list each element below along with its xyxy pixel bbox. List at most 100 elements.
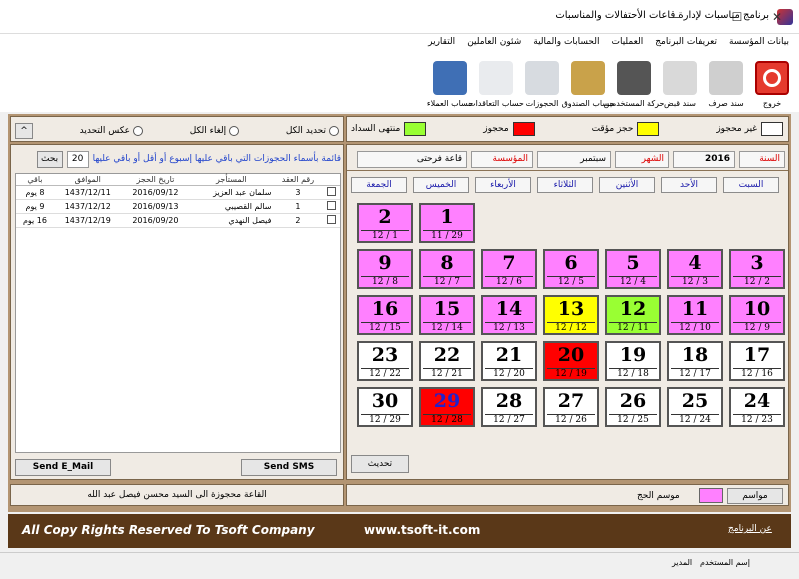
menu-reports[interactable]: التقارير [422,34,461,52]
calendar-day-cell[interactable]: 2 12 / 1 [357,203,413,243]
seasons-button[interactable]: مواسم [727,488,783,504]
calendar-day-cell[interactable]: 19 12 / 18 [605,341,661,381]
menu-staff[interactable]: شئون العاملين [461,34,527,52]
calendar-day-cell[interactable]: 21 12 / 20 [481,341,537,381]
row-checkbox[interactable] [326,201,336,210]
weekday-1[interactable]: الأحد [661,177,717,193]
send-sms-button[interactable]: Send SMS [241,459,337,476]
weekday-5[interactable]: الخميس [413,177,469,193]
invert-radio[interactable] [133,126,144,136]
hijri-date: 12 / 6 [485,276,533,287]
menu-org-data[interactable]: بيانات المؤسسة [723,34,795,52]
menu-accounts[interactable]: الحسابات والمالية [527,34,605,52]
invert-option[interactable]: عكس التحديد [80,126,144,136]
hijri-date: 12 / 2 [733,276,781,287]
calendar-day-cell[interactable]: 14 12 / 13 [481,295,537,335]
day-number: 11 [681,298,709,320]
calendar-day-cell[interactable]: 30 12 / 29 [357,387,413,427]
payment-voucher-button[interactable]: سند صرف [703,52,749,110]
refresh-button[interactable]: تحديث [351,455,409,473]
legend-unreserved-chip [761,122,783,136]
table-cell: 1 [273,199,323,214]
day-number: 1 [440,206,454,228]
calendar-day-cell[interactable]: 25 12 / 24 [667,387,723,427]
calendar-day-cell[interactable]: 18 12 / 17 [667,341,723,381]
menu-operations[interactable]: العمليات [606,34,650,52]
cancel-all-radio[interactable] [229,126,240,136]
weekday-2[interactable]: الأثنين [599,177,655,193]
copyright-text: All Copy Rights Reserved To Tsoft Compan… [22,523,315,537]
table-row[interactable]: 2 فيصل النهدي 2016/09/20 1437/12/19 16 يوم [16,213,340,228]
days-input[interactable]: 20 [66,150,89,168]
table-cell: 1437/12/19 [53,213,122,228]
cancel-all-label: إلغاء الكل [189,126,227,136]
calendar-day-cell[interactable]: 17 12 / 16 [729,341,785,381]
calendar-day-cell[interactable]: 7 12 / 6 [481,249,537,289]
table-row[interactable]: 1 سالم القصيبي 2016/09/13 1437/12/12 9 يوم [16,199,340,214]
calendar-day-cell[interactable]: 26 12 / 25 [605,387,661,427]
checkbox-header [322,174,340,186]
year-select[interactable]: 2016 [673,150,735,168]
status-bar: إسم المستخدم المدير [0,552,799,574]
hall-status: القاعة محجوزة الى السيد محسن فيصل عبد ال… [10,484,344,506]
calendar-day-cell[interactable]: 27 12 / 26 [543,387,599,427]
calendar-day-cell[interactable]: 24 12 / 23 [729,387,785,427]
calendar-day-cell[interactable]: 8 12 / 7 [419,249,475,289]
table-row[interactable]: 3 سلمان عبد العزيز 2016/09/12 1437/12/11 8 ي… [16,185,340,200]
minimize-button[interactable]: — [664,8,684,26]
power-icon [755,61,789,95]
send-email-button[interactable]: Send E_Mail [15,459,111,476]
row-checkbox[interactable] [326,187,336,196]
exit-button[interactable]: خروج [749,52,795,110]
select-all-radio[interactable] [329,126,339,136]
close-button[interactable]: ✕ [767,8,787,26]
maximize-button[interactable]: ☐ [727,8,747,26]
calendar-day-cell[interactable]: 1 11 / 29 [419,203,475,243]
cancel-all-option[interactable]: إلغاء الكل [189,126,240,136]
about-link[interactable]: عن البرنامج [728,524,772,534]
payment-voucher-label: سند صرف [708,99,744,108]
calendar-day-cell[interactable]: 11 12 / 10 [667,295,723,335]
calendar-day-cell[interactable]: 15 12 / 14 [419,295,475,335]
calendar-day-cell[interactable]: 4 12 / 3 [667,249,723,289]
menu-definitions[interactable]: تعريفات البرنامج [649,34,723,52]
calendar-day-cell[interactable]: 22 12 / 21 [419,341,475,381]
day-number: 24 [743,390,771,412]
calendar-day-cell[interactable]: 5 12 / 4 [605,249,661,289]
calendar-day-cell[interactable]: 23 12 / 22 [357,341,413,381]
calendar-day-cell[interactable]: 3 12 / 2 [729,249,785,289]
calendar-day-cell[interactable]: 10 12 / 9 [729,295,785,335]
weekday-6[interactable]: الجمعة [351,177,407,193]
cashbox-label: حساب الصندوق [561,99,615,108]
hijri-date: 12 / 24 [671,414,719,425]
calendar-day-cell[interactable]: 6 12 / 5 [543,249,599,289]
weekday-3[interactable]: الثلاثاء [537,177,593,193]
weekday-0[interactable]: السبت [723,177,779,193]
calendar-day-cell[interactable]: 20 12 / 19 [543,341,599,381]
weekday-4[interactable]: الأربعاء [475,177,531,193]
user-activity-button[interactable]: حركة المستخدمين [604,52,665,110]
row-checkbox[interactable] [326,215,336,224]
month-select[interactable]: سبتمبر [537,150,611,168]
collapse-button[interactable]: ^ [15,123,33,139]
bookings-button[interactable]: الحجوزات [519,52,565,110]
calendar-day-cell[interactable]: 28 12 / 27 [481,387,537,427]
calendar-day-cell[interactable]: 16 12 / 15 [357,295,413,335]
customers-button[interactable]: حساب العملاء [427,52,473,110]
table-header: رقم العقد المستأجر تاريخ الحجز الموافق باقي [16,174,340,186]
day-number: 4 [688,252,702,274]
calendar-day-cell[interactable]: 13 12 / 12 [543,295,599,335]
hall-select[interactable]: قاعة فرحتى [357,150,467,168]
calendar-day-cell[interactable]: 9 12 / 8 [357,249,413,289]
day-number: 16 [371,298,399,320]
column-header: تاريخ الحجز [121,174,190,186]
search-button[interactable]: بحث [36,150,63,168]
contracts-button[interactable]: حساب التعاقدات [468,52,524,110]
hijri-date: 12 / 13 [485,322,533,333]
selection-panel: تحديد الكل إلغاء الكل عكس التحديد ^ [10,116,344,142]
calendar-day-cell[interactable]: 29 12 / 28 [419,387,475,427]
calendar-day-cell[interactable]: 12 12 / 11 [605,295,661,335]
select-all-option[interactable]: تحديد الكل [286,126,339,136]
cashbox-button[interactable]: حساب الصندوق [562,52,614,110]
website-link[interactable]: www.tsoft-it.com [364,523,480,537]
